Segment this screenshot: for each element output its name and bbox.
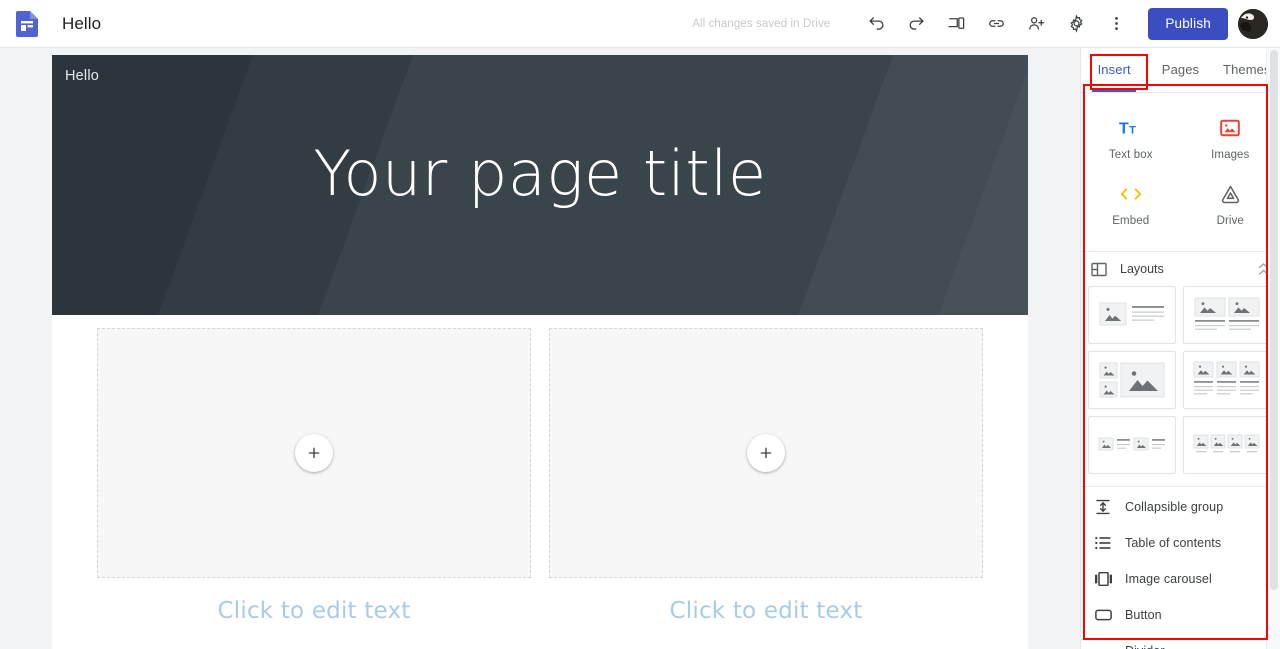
document-title[interactable]: Hello [62, 14, 101, 34]
page-canvas: Hello Your page title Click to edit text… [0, 48, 1080, 649]
svg-text:T: T [1129, 125, 1136, 137]
insert-quick-actions: T T Text box Images Embed Drive [1081, 93, 1280, 249]
column-heading-left[interactable]: Click to edit text [218, 598, 411, 624]
save-status-text: All changes saved in Drive [692, 17, 831, 30]
settings-button[interactable] [1057, 5, 1095, 43]
insert-panel-body: T T Text box Images Embed Drive Layouts … [1081, 93, 1280, 649]
insert-drive-label: Drive [1216, 215, 1244, 227]
layouts-section-title: Layouts [1120, 262, 1164, 276]
layout-option-4[interactable] [1183, 351, 1271, 409]
collapsible-group-icon [1091, 499, 1115, 515]
insert-text-box-label: Text box [1108, 149, 1153, 161]
sites-doc-icon[interactable] [14, 10, 40, 37]
gear-icon [1070, 14, 1083, 33]
insert-table-of-contents[interactable]: Table of contents [1081, 525, 1280, 561]
more-vertical-icon [1114, 17, 1118, 30]
button-icon [1091, 609, 1115, 621]
content-section: Click to edit text Click to edit text Cl… [52, 315, 1028, 649]
insert-button[interactable]: Button [1081, 597, 1280, 633]
panel-divider-2 [1081, 486, 1280, 487]
site-page: Hello Your page title Click to edit text… [52, 55, 1028, 649]
insert-panel: Insert Pages Themes T T Text box Images … [1080, 48, 1280, 649]
text-box-icon: T T [1119, 116, 1143, 140]
plus-icon [308, 447, 320, 459]
insert-collapsible-group[interactable]: Collapsible group [1081, 489, 1280, 525]
google-sites-editor: Hello All changes saved in Drive Publish… [0, 0, 1280, 649]
layout-options-grid [1081, 286, 1280, 474]
add-content-button-left[interactable] [295, 434, 333, 472]
page-title-text[interactable]: Your page title [52, 143, 1028, 205]
layout-option-5[interactable] [1088, 416, 1176, 474]
insert-images-label: Images [1211, 149, 1250, 161]
add-person-icon [1028, 17, 1045, 30]
page-banner[interactable]: Hello Your page title [52, 55, 1028, 315]
redo-icon [909, 17, 924, 30]
preview-button[interactable] [937, 5, 975, 43]
layouts-section-header[interactable]: Layouts [1081, 252, 1280, 286]
preview-icon [948, 17, 965, 29]
insert-embed-label: Embed [1112, 215, 1150, 227]
copy-link-button[interactable] [977, 5, 1015, 43]
drive-icon [1220, 182, 1241, 206]
insert-text-box[interactable]: T T Text box [1081, 107, 1181, 173]
image-carousel-icon [1091, 572, 1115, 586]
button-label: Button [1125, 608, 1162, 622]
images-icon [1220, 116, 1241, 140]
svg-text:T: T [1119, 121, 1129, 138]
redo-button[interactable] [897, 5, 935, 43]
layout-option-2[interactable] [1183, 286, 1271, 344]
add-content-button-right[interactable] [747, 434, 785, 472]
table-of-contents-label: Table of contents [1125, 536, 1222, 550]
column-heading-right[interactable]: Click to edit text [670, 598, 863, 624]
tab-insert[interactable]: Insert [1081, 48, 1147, 92]
divider-label: Divider [1125, 644, 1165, 649]
canvas-scrollbar[interactable] [1266, 48, 1280, 649]
site-nav-label[interactable]: Hello [65, 68, 99, 84]
canvas-scrollbar-thumb[interactable] [1270, 50, 1278, 590]
link-icon [989, 20, 1004, 27]
share-button[interactable] [1017, 5, 1055, 43]
plus-icon [760, 447, 772, 459]
layout-option-1[interactable] [1088, 286, 1176, 344]
image-placeholder-right[interactable] [549, 328, 983, 578]
insert-embed[interactable]: Embed [1081, 173, 1181, 239]
content-column-left: Click to edit text Click to edit text [97, 328, 531, 649]
publish-button[interactable]: Publish [1148, 7, 1228, 40]
undo-button[interactable] [857, 5, 895, 43]
embed-icon [1119, 182, 1143, 206]
image-carousel-label: Image carousel [1125, 572, 1212, 586]
tab-pages[interactable]: Pages [1147, 48, 1213, 92]
collapsible-group-label: Collapsible group [1125, 500, 1224, 514]
image-placeholder-left[interactable] [97, 328, 531, 578]
layout-option-3[interactable] [1088, 351, 1176, 409]
layouts-grid-icon [1091, 262, 1113, 277]
table-of-contents-icon [1091, 536, 1115, 550]
insert-divider[interactable]: Divider [1081, 633, 1280, 649]
insert-image-carousel[interactable]: Image carousel [1081, 561, 1280, 597]
undo-icon [869, 17, 884, 30]
layout-option-6[interactable] [1183, 416, 1271, 474]
panel-tabs: Insert Pages Themes [1081, 48, 1280, 93]
more-options-button[interactable] [1097, 5, 1135, 43]
top-toolbar: Hello All changes saved in Drive Publish [0, 0, 1280, 48]
user-avatar[interactable] [1238, 8, 1268, 39]
content-column-right: Click to edit text Click to edit text [549, 328, 983, 649]
